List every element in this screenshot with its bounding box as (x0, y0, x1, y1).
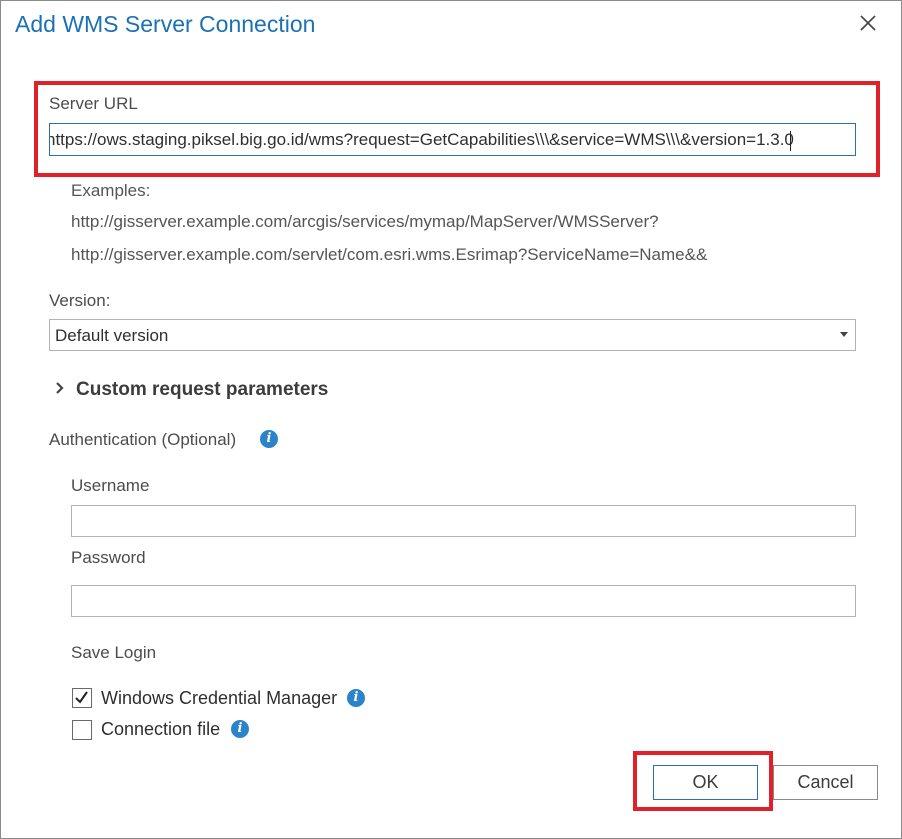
dropdown-arrow-icon (840, 332, 848, 337)
ok-button[interactable]: OK (653, 765, 758, 800)
add-wms-dialog: Add WMS Server Connection Server URL htt… (0, 0, 902, 839)
username-label: Username (71, 476, 150, 495)
connection-file-checkbox[interactable] (72, 720, 92, 740)
text-caret (789, 130, 791, 151)
examples-label: Examples: (71, 181, 151, 200)
custom-params-expander[interactable]: Custom request parameters (54, 379, 328, 401)
save-login-label: Save Login (71, 643, 157, 662)
custom-params-label: Custom request parameters (76, 379, 329, 400)
connection-file-label: Connection file (101, 719, 221, 739)
dialog-title: Add WMS Server Connection (15, 11, 316, 37)
example-url-2: http://gisserver.example.com/servlet/com… (71, 245, 708, 264)
version-select[interactable]: Default version (49, 319, 856, 351)
auth-label: Authentication (Optional) (49, 430, 237, 449)
windows-credential-checkbox[interactable] (72, 688, 92, 708)
version-selected: Default version (55, 326, 169, 345)
server-url-input[interactable]: https://ows.staging.piksel.big.go.id/wms… (49, 123, 856, 156)
username-input[interactable] (71, 505, 856, 537)
windows-credential-label: Windows Credential Manager (101, 688, 338, 708)
info-icon[interactable]: i (260, 430, 278, 448)
example-url-1: http://gisserver.example.com/arcgis/serv… (71, 212, 659, 231)
password-label: Password (71, 548, 146, 567)
chevron-right-icon (54, 379, 68, 401)
info-icon[interactable]: i (347, 689, 365, 707)
close-icon[interactable] (856, 11, 880, 35)
password-input[interactable] (71, 585, 856, 617)
server-url-value: https://ows.staging.piksel.big.go.id/wms… (49, 130, 794, 149)
info-icon[interactable]: i (231, 720, 249, 738)
version-label: Version: (49, 291, 111, 310)
checkmark-icon (75, 691, 88, 704)
server-url-label: Server URL (49, 94, 138, 113)
cancel-button[interactable]: Cancel (773, 765, 878, 800)
